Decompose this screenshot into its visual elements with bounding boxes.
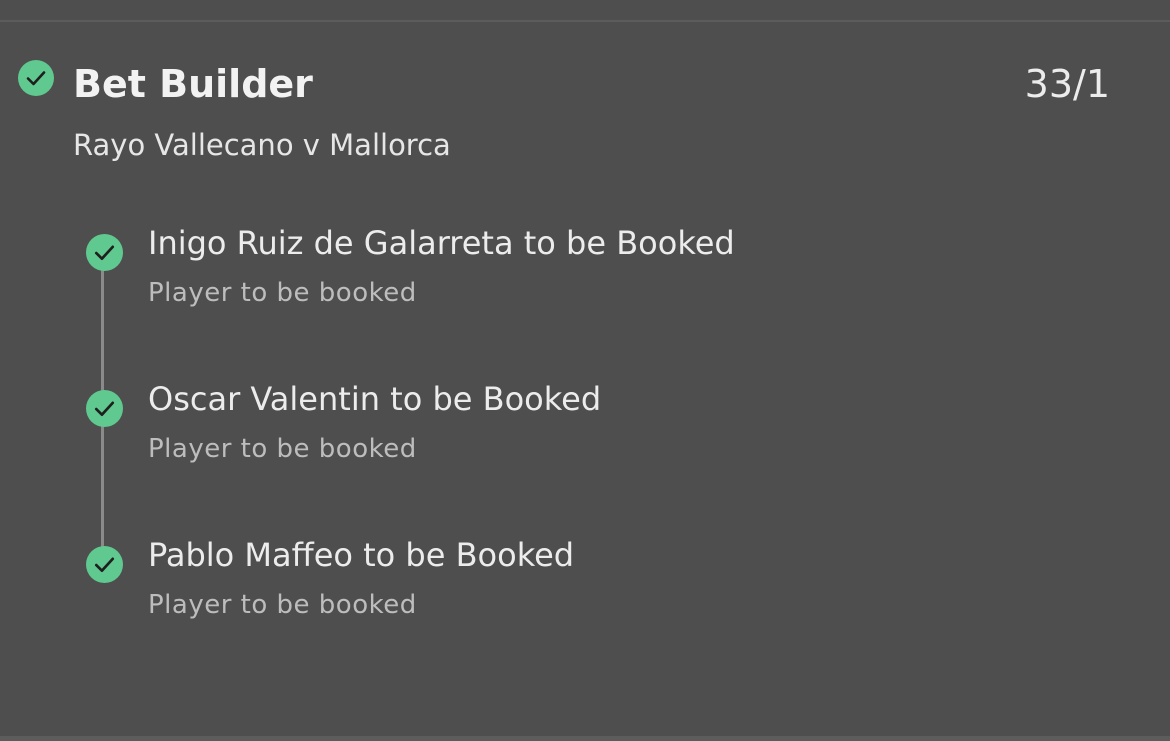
- leg-market: Player to be booked: [148, 278, 417, 308]
- top-divider: [0, 20, 1170, 22]
- leg-market: Player to be booked: [148, 590, 417, 620]
- check-circle-icon: [86, 390, 123, 427]
- bet-odds: 33/1: [1024, 62, 1110, 106]
- leg-selection: Inigo Ruiz de Galarreta to be Booked: [148, 224, 735, 262]
- bet-leg: Oscar Valentin to be Booked Player to be…: [0, 376, 1170, 476]
- bet-leg: Pablo Maffeo to be Booked Player to be b…: [0, 532, 1170, 632]
- bet-title: Bet Builder: [73, 62, 313, 106]
- bet-builder-card: Bet Builder 33/1 Rayo Vallecano v Mallor…: [0, 0, 1170, 741]
- bet-leg: Inigo Ruiz de Galarreta to be Booked Pla…: [0, 220, 1170, 320]
- event-name: Rayo Vallecano v Mallorca: [73, 128, 451, 162]
- check-circle-icon: [18, 60, 54, 96]
- leg-selection: Oscar Valentin to be Booked: [148, 380, 602, 418]
- leg-market: Player to be booked: [148, 434, 417, 464]
- check-circle-icon: [86, 546, 123, 583]
- bottom-divider: [0, 736, 1170, 741]
- leg-selection: Pablo Maffeo to be Booked: [148, 536, 575, 574]
- check-circle-icon: [86, 234, 123, 271]
